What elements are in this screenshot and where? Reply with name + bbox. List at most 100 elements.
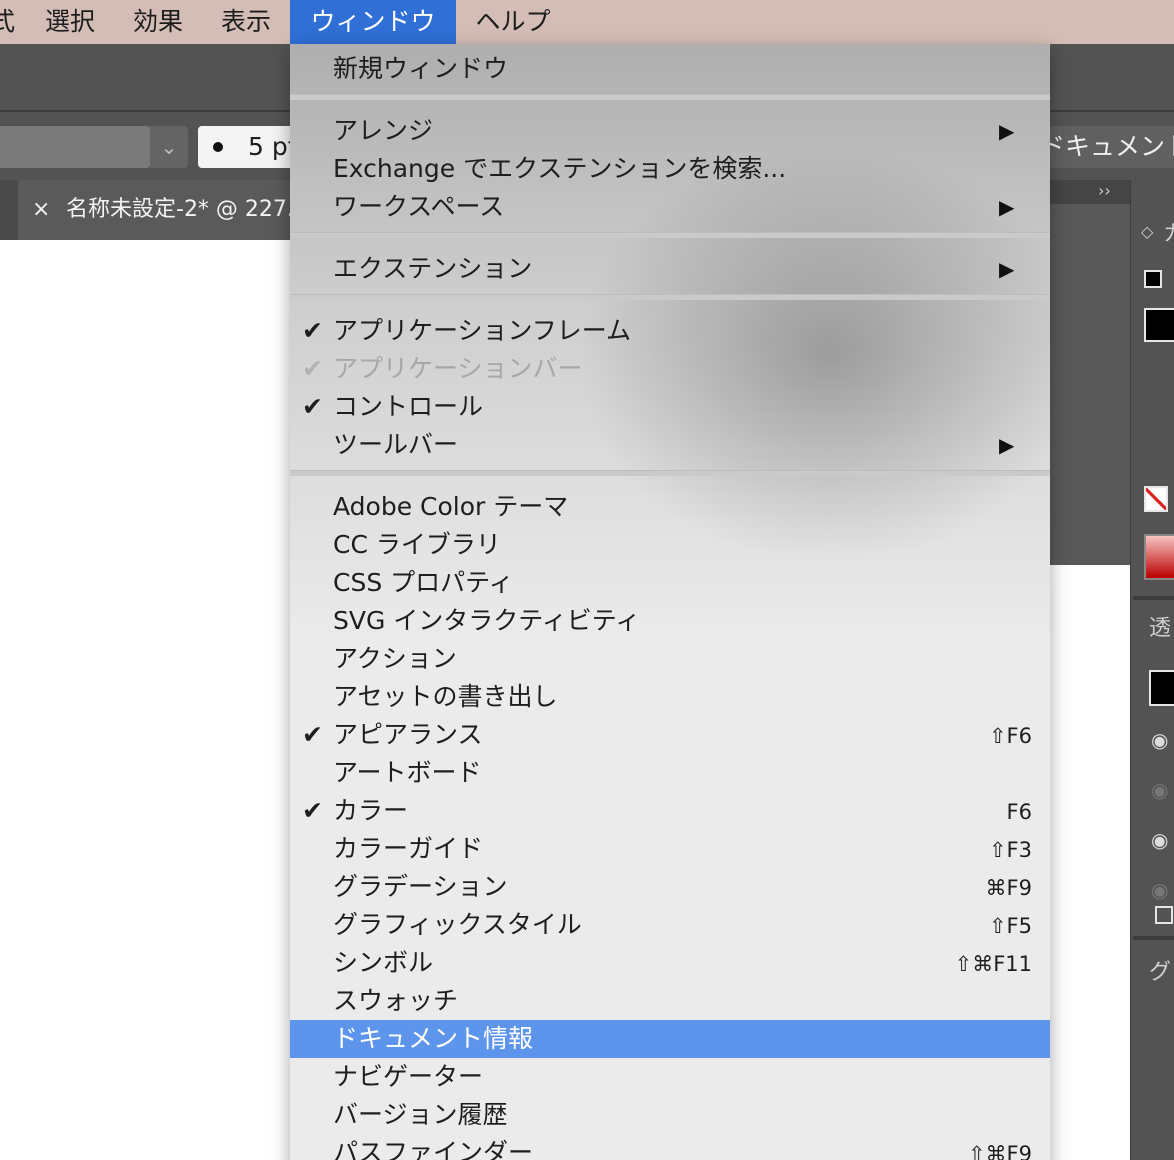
menu-select[interactable]: 選択 xyxy=(30,0,110,44)
menu-item-label: シンボル xyxy=(333,948,434,977)
collapse-panels-icon[interactable]: ›› xyxy=(1098,180,1111,202)
pasteboard-area xyxy=(1040,180,1130,565)
document-tab[interactable]: × 名称未設定-2* @ 227.37 % (RGB/プレビュー) xyxy=(18,180,308,240)
menu-item[interactable]: ✔ コントロール xyxy=(290,388,1050,426)
menu-item[interactable]: ツールバー ▶ xyxy=(290,426,1050,464)
menu-help[interactable]: ヘルプ xyxy=(460,0,566,44)
gradient-panel-title[interactable]: グ xyxy=(1149,954,1171,986)
menu-view[interactable]: 表示 xyxy=(206,0,286,44)
menu-item[interactable]: ドキュメント情報 xyxy=(290,1020,1050,1058)
panel-divider xyxy=(1133,936,1174,940)
menu-item-label: エクステンション xyxy=(333,254,533,283)
brush-dot-icon xyxy=(213,142,223,152)
checkmark-icon: ✔ xyxy=(302,720,323,749)
mask-thumbnail[interactable] xyxy=(1155,906,1173,924)
menu-item[interactable]: アレンジ ▶ xyxy=(290,112,1050,150)
menu-item[interactable]: エクステンション ▶ xyxy=(290,250,1050,288)
menu-item[interactable]: ✔ アプリケーションフレーム xyxy=(290,312,1050,350)
checkmark-icon: ✔ xyxy=(302,796,323,825)
menu-item-label: バージョン履歴 xyxy=(333,1100,508,1129)
menu-item-label: アピアランス xyxy=(333,720,483,749)
menu-item[interactable]: ワークスペース ▶ xyxy=(290,188,1050,226)
color-panel-title[interactable]: カ xyxy=(1163,216,1174,248)
menu-separator xyxy=(290,294,1050,300)
menubar: 式選択 効果 表示 ウィンドウ ヘルプ xyxy=(0,0,1174,44)
visibility-eye-icon[interactable]: ◉ xyxy=(1151,878,1168,902)
panel-divider xyxy=(1133,596,1174,600)
document-tab-title: 名称未設定-2* @ 227.37 % (RGB/プレビュー) xyxy=(66,197,308,222)
visibility-eye-icon[interactable]: ◉ xyxy=(1151,828,1168,852)
menu-item[interactable]: Exchange でエクステンションを検索... xyxy=(290,150,1050,188)
panel-dock: ◇ カ 透 ◉ ◉ ◉ ◉ グ xyxy=(1130,180,1174,1160)
menu-item-label: ワークスペース xyxy=(333,192,505,221)
menu-item-label: グラフィックスタイル xyxy=(333,910,582,939)
menu-item[interactable]: バージョン履歴 xyxy=(290,1096,1050,1134)
menu-item-label: パスファインダー xyxy=(333,1138,534,1160)
menu-item-shortcut: ⇧F5 xyxy=(988,914,1032,938)
menu-style[interactable]: 式 xyxy=(0,0,25,44)
window-menu-dropdown: 新規ウィンドウ アレンジ ▶ Exchange でエクステンションを検索... ワークス… xyxy=(290,44,1050,1160)
menu-effect[interactable]: 効果 xyxy=(118,0,198,44)
menu-item[interactable]: グラデーション ⌘F9 xyxy=(290,868,1050,906)
menu-item-label: アプリケーションバー xyxy=(333,354,583,383)
menu-item-label: Exchange でエクステンションを検索... xyxy=(333,154,787,183)
menu-window[interactable]: ウィンドウ xyxy=(290,0,456,44)
menu-item[interactable]: ナビゲーター xyxy=(290,1058,1050,1096)
menu-item-label: Adobe Color テーマ xyxy=(333,492,569,521)
close-icon[interactable]: × xyxy=(32,180,50,240)
panel-sort-icon[interactable]: ◇ xyxy=(1141,222,1153,241)
gradient-swatch[interactable] xyxy=(1144,534,1174,580)
menu-item-label: グラデーション xyxy=(333,872,508,901)
menu-item-shortcut: F6 xyxy=(1006,800,1032,824)
submenu-arrow-icon: ▶ xyxy=(999,195,1015,219)
menu-item[interactable]: Adobe Color テーマ xyxy=(290,488,1050,526)
menu-item-label: コントロール xyxy=(333,392,484,421)
menu-item[interactable]: グラフィックスタイル ⇧F5 xyxy=(290,906,1050,944)
menu-item[interactable]: シンボル ⇧⌘F11 xyxy=(290,944,1050,982)
submenu-arrow-icon: ▶ xyxy=(999,433,1015,457)
transparency-panel-title[interactable]: 透 xyxy=(1149,610,1171,642)
menu-item[interactable]: アクション xyxy=(290,640,1050,678)
chevron-down-icon[interactable]: ⌄ xyxy=(150,126,188,168)
menu-item-shortcut: ⇧⌘F9 xyxy=(967,1142,1032,1160)
checkmark-icon: ✔ xyxy=(302,316,323,345)
menu-item-shortcut: ⇧F3 xyxy=(988,838,1032,862)
menu-item[interactable]: ✔ カラー F6 xyxy=(290,792,1050,830)
submenu-arrow-icon: ▶ xyxy=(999,119,1015,143)
swap-swatch-icon[interactable] xyxy=(1144,270,1162,288)
document-setup-label: ドキュメント設定 xyxy=(1040,132,1174,161)
menu-item-label: アクション xyxy=(333,644,457,673)
menu-item[interactable]: アセットの書き出し xyxy=(290,678,1050,716)
menu-item[interactable]: SVG インタラクティビティ xyxy=(290,602,1050,640)
menu-item[interactable]: パスファインダー ⇧⌘F9 xyxy=(290,1134,1050,1160)
style-select[interactable] xyxy=(0,126,150,168)
menu-item-shortcut: ⇧⌘F11 xyxy=(954,952,1032,976)
menu-item-label: 新規ウィンドウ xyxy=(333,54,509,83)
menu-item[interactable]: CC ライブラリ xyxy=(290,526,1050,564)
illustrator-window: 式選択効果表示ウィンドウヘルプ ⌄ 5 pt ドキュメント設定 × 名称未設定-… xyxy=(0,0,1174,1160)
menu-item[interactable]: カラーガイド ⇧F3 xyxy=(290,830,1050,868)
menu-separator xyxy=(290,232,1050,238)
menu-item[interactable]: アートボード xyxy=(290,754,1050,792)
menu-item[interactable]: CSS プロパティ xyxy=(290,564,1050,602)
menu-separator xyxy=(290,470,1050,476)
checkmark-icon: ✔ xyxy=(302,354,323,383)
menu-item-label: アセットの書き出し xyxy=(333,682,558,711)
menu-item-label: ナビゲーター xyxy=(333,1062,484,1091)
menu-item-label: スウォッチ xyxy=(333,986,459,1015)
none-swatch-icon[interactable] xyxy=(1144,486,1168,512)
menu-item-label: アレンジ xyxy=(333,116,434,145)
menu-item[interactable]: スウォッチ xyxy=(290,982,1050,1020)
menu-item-label: SVG インタラクティビティ xyxy=(333,606,641,635)
menu-item[interactable]: 新規ウィンドウ xyxy=(290,50,1050,88)
menu-item-label: アートボード xyxy=(333,758,482,787)
menu-item-shortcut: ⌘F9 xyxy=(985,876,1032,900)
menu-item-label: CSS プロパティ xyxy=(333,568,514,597)
menu-item-shortcut: ⇧F6 xyxy=(988,724,1032,748)
fill-swatch[interactable] xyxy=(1144,308,1174,342)
menu-item-label: カラーガイド xyxy=(333,834,484,863)
visibility-eye-icon[interactable]: ◉ xyxy=(1151,728,1168,752)
visibility-eye-icon[interactable]: ◉ xyxy=(1151,778,1168,802)
menu-separator xyxy=(290,94,1050,100)
menu-item[interactable]: ✔ アピアランス ⇧F6 xyxy=(290,716,1050,754)
